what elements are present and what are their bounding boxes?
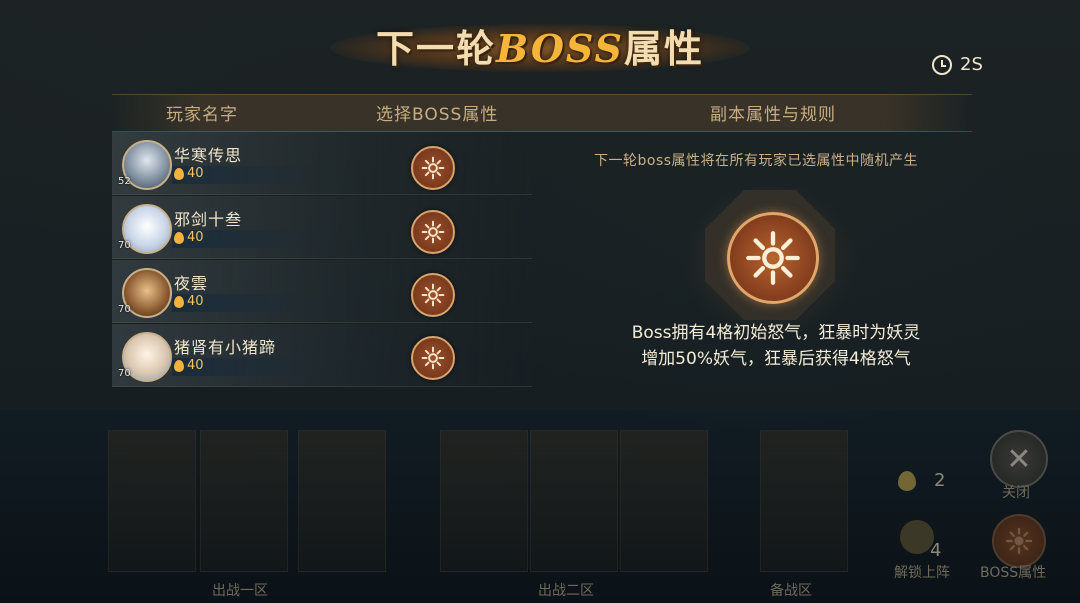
close-button-label[interactable]: 关闭 [1002,482,1030,502]
zone-label-1: 出战一区 [212,583,268,599]
select-boss-attr-button[interactable] [411,336,455,380]
sun-icon [421,346,445,370]
flame-icon [174,359,184,372]
description-line-1: Boss拥有4格初始怒气，狂暴时为妖灵 [631,323,921,343]
sun-icon [421,156,445,180]
close-icon: ✕ [1006,441,1032,477]
card [298,430,386,572]
title-accent: BOSS [496,25,624,71]
card [440,430,528,572]
countdown-timer: 2S [932,54,983,75]
column-player-name: 玩家名字 [166,105,238,125]
player-row: 52 华寒传思 40 [112,132,532,195]
clock-icon [932,54,952,75]
card [760,430,848,572]
flame-icon [898,470,916,491]
player-name: 猪肾有小猪蹄 [174,338,277,357]
player-level: 70 [118,240,131,251]
player-level: 70 [118,304,131,315]
card [200,430,288,572]
sun-icon [1005,527,1033,555]
card [620,430,708,572]
select-boss-attr-button[interactable] [411,273,455,317]
table-header [112,94,972,132]
boss-attr-button[interactable] [992,514,1046,568]
select-boss-attr-button[interactable] [411,210,455,254]
player-gold-value: 40 [187,230,204,245]
card [108,430,196,572]
gold-resource: 2 [898,470,945,491]
player-name: 华寒传思 [174,146,243,165]
unlock-count: 4 [930,540,942,561]
description-line-2: 增加50%妖气，狂暴后获得4格怒气 [641,349,911,369]
zone-label-2: 出战二区 [538,583,594,599]
unlock-button-label[interactable]: 解锁上阵 [894,562,950,582]
boss-attr-button-label[interactable]: BOSS属性 [980,562,1046,582]
boss-attribute-panel: 下一轮BOSS属性 2S 玩家名字 选择BOSS属性 副本属性与规则 52 华寒… [0,0,1080,410]
player-gold: 40 [174,166,204,181]
player-level: 70 [118,368,131,379]
title-suffix: 属性 [623,25,704,71]
column-dungeon-rules: 副本属性与规则 [710,105,836,125]
player-gold-value: 40 [187,166,204,181]
player-gold: 40 [174,294,204,309]
select-boss-attr-button[interactable] [411,146,455,190]
flame-icon [174,295,184,308]
player-level: 52 [118,176,131,187]
flame-icon [900,520,934,554]
flame-icon [174,167,184,180]
close-button[interactable]: ✕ [990,430,1048,488]
sun-icon [421,283,445,307]
zone-label-reserve: 备战区 [770,583,812,599]
player-name: 邪剑十叁 [174,210,243,229]
card [530,430,618,572]
boss-attr-description: Boss拥有4格初始怒气，狂暴时为妖灵 增加50%妖气，狂暴后获得4格怒气 [596,320,956,372]
gold-count: 2 [934,470,946,491]
panel-title: 下一轮BOSS属性 [330,14,750,76]
player-row: 70 猪肾有小猪蹄 40 [112,324,532,387]
title-prefix: 下一轮 [375,25,496,71]
sun-icon [421,220,445,244]
sun-icon [746,231,800,285]
column-select-boss-attr: 选择BOSS属性 [376,105,499,125]
player-name: 夜雲 [174,274,209,293]
player-row: 70 邪剑十叁 40 [112,196,532,259]
player-row: 70 夜雲 40 [112,260,532,323]
player-gold-value: 40 [187,358,204,373]
flame-icon [174,231,184,244]
rule-hint: 下一轮boss属性将在所有玩家已选属性中随机产生 [594,153,919,169]
boss-attr-emblem [727,212,819,304]
player-gold: 40 [174,358,204,373]
player-gold: 40 [174,230,204,245]
player-gold-value: 40 [187,294,204,309]
timer-value: 2S [960,54,983,75]
